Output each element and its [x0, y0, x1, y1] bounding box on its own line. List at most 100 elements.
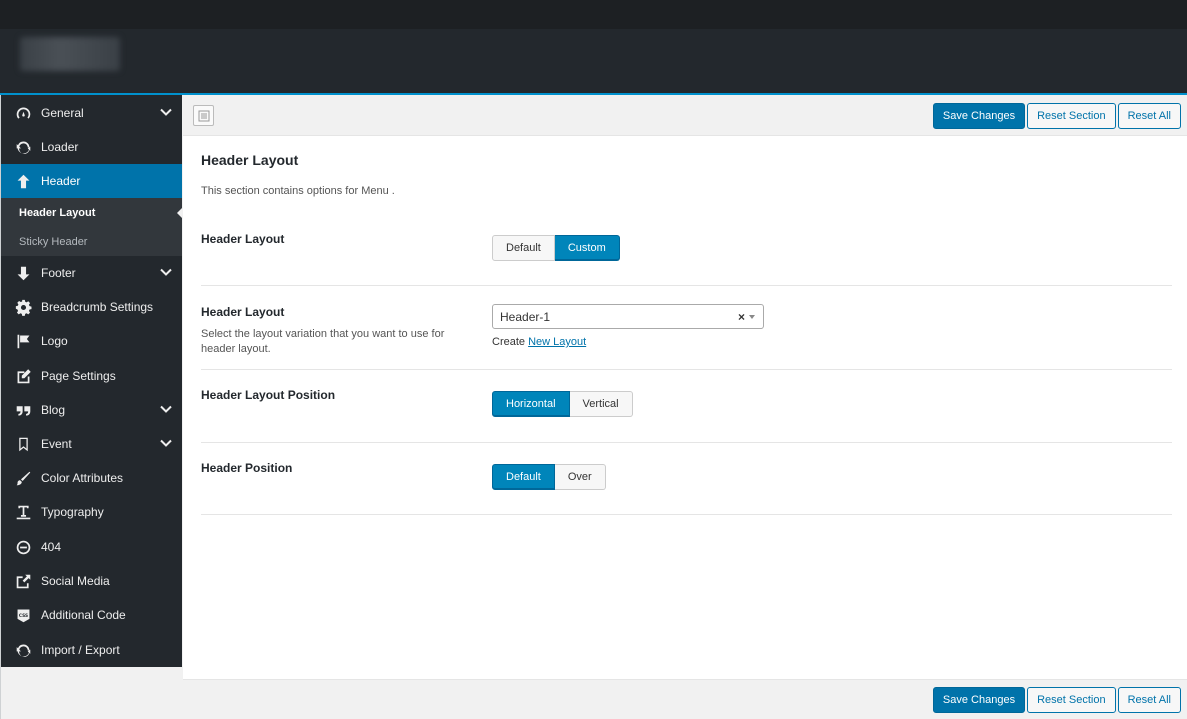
sidebar-item-label: Event: [41, 437, 72, 451]
sidebar-item-label: Blog: [41, 403, 66, 417]
arrow-up-icon: [14, 172, 32, 190]
sidebar-item-loader[interactable]: Loader: [1, 130, 182, 164]
option-row-header-position: Header Position Default Over: [201, 443, 1172, 515]
header-position-button-group: Default Over: [492, 464, 606, 490]
sidebar-item-logo[interactable]: Logo: [1, 324, 182, 358]
save-changes-button[interactable]: Save Changes: [932, 687, 1026, 713]
sidebar: General Loader Header Header Layout Stic…: [1, 95, 183, 667]
sidebar-item-blog[interactable]: Blog: [1, 393, 182, 427]
flag-icon: [14, 332, 32, 350]
new-layout-link[interactable]: New Layout: [528, 336, 586, 348]
option-label: Header Layout: [201, 305, 285, 319]
chevron-down-icon: [160, 266, 172, 278]
minus-circle-icon: [14, 538, 32, 556]
sidebar-item-label: Loader: [41, 140, 79, 154]
header-submenu: Header Layout Sticky Header: [1, 198, 183, 256]
sidebar-item-label: Footer: [41, 266, 76, 280]
chevron-down-icon: [160, 106, 172, 118]
arrow-down-icon: [14, 264, 32, 282]
sidebar-item-404[interactable]: 404: [1, 530, 182, 564]
select-value: Header-1: [500, 309, 551, 324]
chevron-down-icon: [749, 315, 755, 319]
sidebar-item-label: Page Settings: [41, 369, 116, 383]
option-label: Header Position: [201, 461, 293, 475]
option-row-header-layout-select: Header Layout Select the layout variatio…: [201, 286, 1172, 370]
sidebar-item-additional-code[interactable]: CSS Additional Code: [1, 598, 182, 632]
admin-top-strip: [0, 0, 1187, 29]
create-layout-text: Create New Layout: [492, 336, 586, 348]
submenu-item-sticky-header[interactable]: Sticky Header: [1, 227, 182, 256]
reset-section-button[interactable]: Reset Section: [1027, 687, 1116, 713]
header-position-over-button[interactable]: Over: [554, 464, 606, 490]
header-layout-button-group: Default Custom: [492, 235, 620, 261]
sidebar-item-footer[interactable]: Footer: [1, 256, 182, 290]
top-toolbar: Save Changes Reset Section Reset All: [183, 96, 1187, 136]
bottom-toolbar: Save Changes Reset Section Reset All: [183, 679, 1187, 719]
sidebar-item-label: Logo: [41, 334, 68, 348]
position-horizontal-button[interactable]: Horizontal: [492, 391, 570, 417]
position-vertical-button[interactable]: Vertical: [569, 391, 633, 417]
option-row-header-layout-position: Header Layout Position Horizontal Vertic…: [201, 370, 1172, 443]
svg-text:CSS: CSS: [18, 612, 27, 618]
options-panel: Header Layout This section contains opti…: [183, 136, 1187, 679]
sidebar-item-label: Color Attributes: [41, 471, 124, 485]
section-description: This section contains options for Menu .: [201, 185, 395, 197]
expand-options-button[interactable]: [193, 105, 214, 126]
dashboard-icon: [14, 104, 32, 122]
create-prefix: Create: [492, 336, 526, 348]
sidebar-item-typography[interactable]: Typography: [1, 495, 182, 529]
sidebar-item-import-export[interactable]: Import / Export: [1, 633, 182, 667]
sidebar-item-label: Import / Export: [41, 643, 120, 657]
brand-logo: [20, 37, 120, 71]
list-icon: [198, 110, 209, 121]
sidebar-item-social-media[interactable]: Social Media: [1, 564, 182, 598]
sidebar-item-label: Social Media: [41, 574, 110, 588]
edit-icon: [14, 367, 32, 385]
brush-icon: [14, 469, 32, 487]
chevron-down-icon: [160, 437, 172, 449]
layout-custom-button[interactable]: Custom: [554, 235, 620, 261]
css-icon: CSS: [14, 606, 32, 624]
sidebar-item-label: Header: [41, 174, 81, 188]
header-position-default-button[interactable]: Default: [492, 464, 555, 490]
sidebar-item-header[interactable]: Header: [1, 164, 182, 198]
option-label: Header Layout Position: [201, 388, 336, 402]
save-changes-button[interactable]: Save Changes: [932, 103, 1026, 129]
reset-all-button[interactable]: Reset All: [1117, 687, 1181, 713]
sidebar-item-general[interactable]: General: [1, 96, 182, 130]
sidebar-item-label: Additional Code: [41, 608, 126, 622]
layout-position-button-group: Horizontal Vertical: [492, 391, 633, 417]
sidebar-item-label: Breadcrumb Settings: [41, 300, 154, 314]
sidebar-item-label: Typography: [41, 505, 104, 519]
submenu-item-label: Sticky Header: [19, 235, 88, 248]
quote-icon: [14, 401, 32, 419]
text-icon: [14, 503, 32, 521]
submenu-item-header-layout[interactable]: Header Layout: [1, 198, 183, 227]
bookmark-icon: [14, 435, 32, 453]
chevron-down-icon: [160, 403, 172, 415]
section-title: Header Layout: [201, 152, 299, 168]
sidebar-item-page-settings[interactable]: Page Settings: [1, 359, 182, 393]
sidebar-item-label: General: [41, 106, 84, 120]
header-layout-select[interactable]: Header-1 ×: [492, 304, 764, 329]
option-row-header-layout-mode: Header Layout Default Custom: [201, 218, 1172, 286]
reset-section-button[interactable]: Reset Section: [1027, 103, 1116, 129]
gear-icon: [14, 298, 32, 316]
sidebar-item-label: 404: [41, 540, 62, 554]
option-subtitle: Select the layout variation that you wan…: [201, 328, 445, 355]
sidebar-footer-space: [1, 667, 182, 719]
option-label: Header Layout: [201, 232, 285, 246]
share-icon: [14, 572, 32, 590]
refresh-icon: [14, 138, 32, 156]
clear-selection-icon[interactable]: ×: [738, 310, 745, 324]
refresh-icon: [14, 641, 32, 659]
submenu-item-label: Header Layout: [19, 206, 96, 219]
reset-all-button[interactable]: Reset All: [1117, 103, 1181, 129]
toolbar-actions: Save Changes Reset Section Reset All: [932, 687, 1181, 713]
panel-header: [0, 29, 1187, 95]
layout-default-button[interactable]: Default: [492, 235, 555, 261]
sidebar-item-event[interactable]: Event: [1, 427, 182, 461]
toolbar-actions: Save Changes Reset Section Reset All: [932, 103, 1181, 129]
sidebar-item-breadcrumb-settings[interactable]: Breadcrumb Settings: [1, 290, 182, 324]
sidebar-item-color-attributes[interactable]: Color Attributes: [1, 461, 182, 495]
